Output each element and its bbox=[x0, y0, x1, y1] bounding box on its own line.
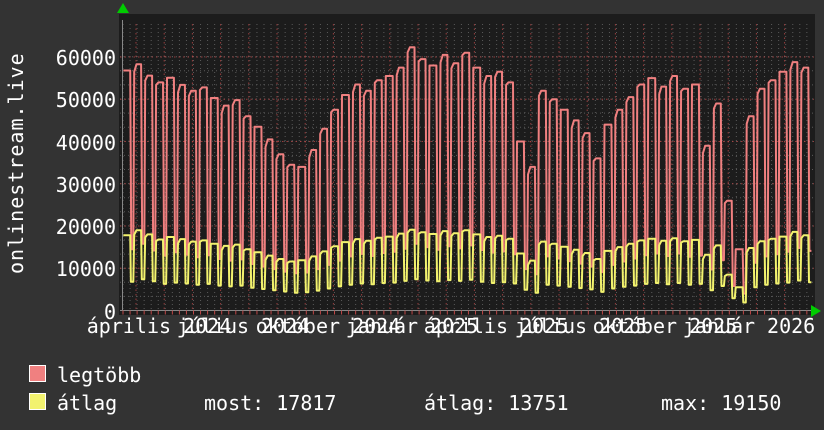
stat-avg-value: 13751 bbox=[508, 391, 569, 415]
y-axis-arrow-icon bbox=[117, 3, 129, 13]
stat-avg: átlag: 13751 bbox=[424, 391, 569, 415]
legend-swatch-max bbox=[29, 365, 46, 382]
y-tick-label: 30000 bbox=[55, 172, 116, 197]
y-tick-label: 40000 bbox=[55, 130, 116, 155]
legend-swatch-avg bbox=[29, 393, 46, 410]
y-tick-label: 50000 bbox=[55, 88, 116, 113]
y-tick-label: 60000 bbox=[55, 46, 116, 70]
y-tick-label: 20000 bbox=[55, 215, 116, 239]
stat-max-value: 19150 bbox=[721, 391, 782, 415]
x-tick-label: január 2026 bbox=[682, 314, 816, 338]
y-tick-label: 10000 bbox=[55, 257, 116, 282]
stat-max: max: 19150 bbox=[661, 391, 781, 415]
chart-canvas bbox=[120, 20, 814, 315]
stat-most-value: 17817 bbox=[276, 391, 337, 415]
x-axis-arrow-icon bbox=[811, 305, 821, 317]
legend-label-avg: átlag bbox=[57, 391, 118, 415]
stat-avg-label: átlag: bbox=[424, 391, 497, 415]
y-axis-title: onlinestream.live bbox=[4, 52, 28, 274]
stat-max-label: max: bbox=[661, 391, 710, 415]
stat-most-label: most: bbox=[204, 391, 265, 415]
stat-most: most: 17817 bbox=[204, 391, 336, 415]
plot-area bbox=[119, 14, 815, 315]
legend-label-max: legtöbb bbox=[57, 363, 142, 387]
rrd-graph: onlinestream.live 0 10000 20000 30000 40000 5… bbox=[0, 0, 824, 430]
